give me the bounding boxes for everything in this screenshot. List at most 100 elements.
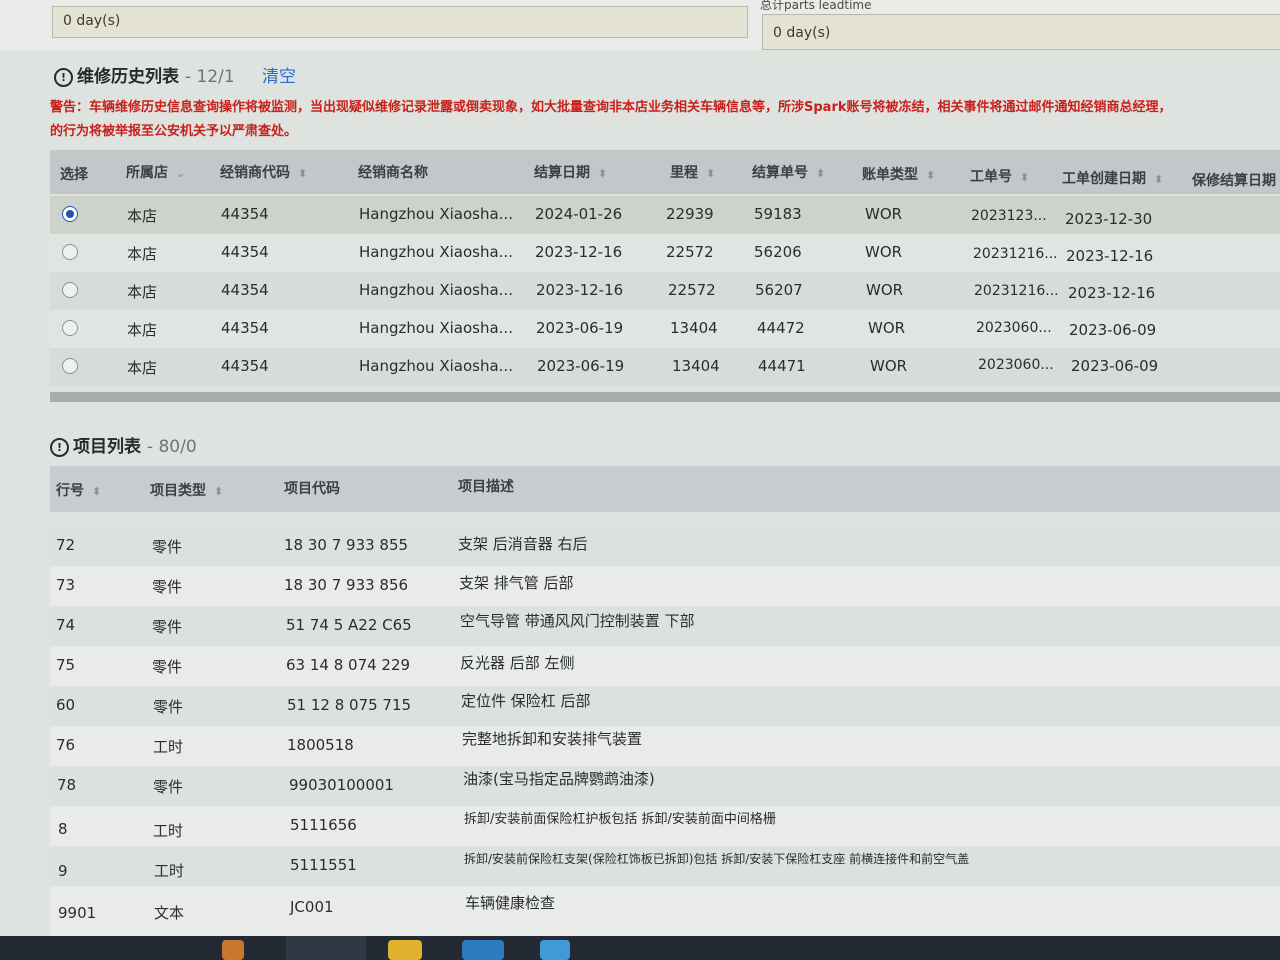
cell-settle-date: 2023-12-16 bbox=[536, 281, 624, 299]
col-store-label: 所属店 bbox=[126, 165, 168, 181]
col-item-desc[interactable]: 项目描述 bbox=[458, 476, 514, 496]
history-row[interactable]: 本店 44354 Hangzhou Xiaosha... 2024-01-26 … bbox=[50, 196, 1280, 234]
cell-bill-type: WOR bbox=[866, 281, 904, 299]
col-work-order[interactable]: 工单号 ⬍ bbox=[970, 166, 1029, 186]
history-row[interactable]: 本店 44354 Hangzhou Xiaosha... 2023-12-16 … bbox=[50, 234, 1280, 272]
cell-wo-created: 2023-12-16 bbox=[1066, 247, 1154, 265]
sort-icon[interactable]: ⬍ bbox=[1154, 173, 1163, 186]
row-radio[interactable] bbox=[62, 282, 78, 298]
cell-work-order: 2023060... bbox=[976, 320, 1052, 336]
sort-icon[interactable]: ⬍ bbox=[598, 167, 607, 180]
col-bill-type[interactable]: 账单类型 ⬍ bbox=[862, 164, 935, 184]
col-work-order-label: 工单号 bbox=[970, 169, 1012, 185]
col-settle-no-label: 结算单号 bbox=[752, 165, 808, 181]
sort-icon[interactable]: ⬍ bbox=[1020, 171, 1029, 184]
history-row[interactable]: 本店 44354 Hangzhou Xiaosha... 2023-06-19 … bbox=[50, 348, 1280, 386]
cell-line-no: 78 bbox=[57, 776, 77, 794]
cell-item-code: 5111551 bbox=[290, 856, 357, 874]
col-dealer-code[interactable]: 经销商代码 ⬍ bbox=[220, 162, 307, 182]
col-select: 选择 bbox=[60, 167, 88, 183]
sort-icon[interactable]: ⬍ bbox=[214, 485, 223, 498]
item-row[interactable]: 76 工时 1800518 完整地拆卸和安装排气装置 bbox=[50, 726, 1280, 766]
cell-item-type: 零件 bbox=[152, 658, 183, 676]
cell-wo-created: 2023-12-16 bbox=[1068, 284, 1156, 302]
folder-icon[interactable] bbox=[388, 940, 422, 960]
cell-item-code: 51 74 5 A22 C65 bbox=[286, 616, 412, 634]
item-row[interactable]: 9 工时 5111551 拆卸/安装前保险杠支架(保险杠饰板已拆卸)包括 拆卸/… bbox=[50, 846, 1280, 886]
item-row[interactable]: 73 零件 18 30 7 933 856 支架 排气管 后部 bbox=[50, 566, 1280, 606]
cell-line-no: 72 bbox=[56, 536, 76, 554]
col-warranty-date[interactable]: 保修结算日期 bbox=[1192, 170, 1276, 190]
col-settle-date[interactable]: 结算日期 ⬍ bbox=[534, 162, 607, 182]
col-mileage[interactable]: 里程 ⬍ bbox=[670, 162, 715, 182]
warning-line-1: 警告：车辆维修历史信息查询操作将被监测，当出现疑似维修记录泄露或倒卖现象，如大批… bbox=[50, 100, 1172, 115]
history-row[interactable]: 本店 44354 Hangzhou Xiaosha... 2023-06-19 … bbox=[50, 310, 1280, 348]
info-icon: ! bbox=[50, 438, 69, 457]
clear-link[interactable]: 清空 bbox=[262, 62, 296, 87]
row-radio[interactable] bbox=[62, 244, 78, 260]
sort-icon[interactable]: ⬍ bbox=[816, 167, 825, 180]
col-item-type[interactable]: 项目类型 ⬍ bbox=[150, 480, 223, 500]
cell-item-desc: 反光器 后部 左侧 bbox=[460, 654, 575, 672]
sort-icon[interactable]: ⬍ bbox=[298, 167, 307, 180]
col-wo-created-label: 工单创建日期 bbox=[1062, 171, 1146, 187]
col-item-code[interactable]: 项目代码 bbox=[284, 478, 340, 498]
history-section-title: ! 维修历史列表 - 12/1 bbox=[54, 62, 235, 87]
item-row[interactable]: 9901 文本 JC001 车辆健康检查 bbox=[50, 886, 1280, 936]
col-dealer-name[interactable]: 经销商名称 bbox=[358, 162, 428, 182]
cell-mileage: 22939 bbox=[666, 205, 714, 223]
total-leadtime-field[interactable]: 0 day(s) bbox=[762, 14, 1280, 50]
item-row[interactable]: 75 零件 63 14 8 074 229 反光器 后部 左侧 bbox=[50, 646, 1280, 686]
cell-item-type: 零件 bbox=[152, 618, 183, 636]
row-radio[interactable] bbox=[62, 358, 78, 374]
cell-bill-type: WOR bbox=[865, 205, 903, 223]
col-settle-no[interactable]: 结算单号 ⬍ bbox=[752, 162, 825, 182]
cell-store: 本店 bbox=[127, 207, 158, 225]
cell-item-code: 18 30 7 933 855 bbox=[284, 536, 409, 554]
cell-dealer-code: 44354 bbox=[221, 205, 269, 223]
cell-dealer-name: Hangzhou Xiaosha... bbox=[359, 205, 513, 223]
leadtime-field[interactable]: 0 day(s) bbox=[52, 6, 748, 38]
cell-dealer-name: Hangzhou Xiaosha... bbox=[359, 319, 513, 337]
cell-mileage: 13404 bbox=[672, 357, 720, 375]
warning-line-2: 的行为将被举报至公安机关予以严肃查处。 bbox=[50, 124, 298, 139]
cell-item-desc: 支架 排气管 后部 bbox=[459, 574, 574, 592]
cell-item-type: 工时 bbox=[153, 738, 184, 756]
app-icon[interactable] bbox=[222, 940, 244, 960]
col-wo-created[interactable]: 工单创建日期 ⬍ bbox=[1062, 168, 1163, 188]
item-row[interactable]: 8 工时 5111656 拆卸/安装前面保险杠护板包括 拆卸/安装前面中间格栅 bbox=[50, 806, 1280, 846]
taskbar-slot[interactable] bbox=[286, 936, 366, 960]
sort-icon[interactable]: ⬍ bbox=[926, 169, 935, 182]
item-row[interactable]: 74 零件 51 74 5 A22 C65 空气导管 带通风风门控制装置 下部 bbox=[50, 606, 1280, 646]
browser-icon[interactable] bbox=[462, 940, 504, 960]
cell-item-desc: 完整地拆卸和安装排气装置 bbox=[462, 730, 643, 748]
row-radio-selected[interactable] bbox=[62, 206, 78, 222]
item-row[interactable]: 78 零件 99030100001 油漆(宝马指定品牌鹦鹉油漆) bbox=[50, 766, 1280, 806]
horizontal-scrollbar[interactable] bbox=[50, 392, 1280, 402]
items-table-header: 行号 ⬍ 项目类型 ⬍ 项目代码 项目描述 bbox=[50, 466, 1280, 512]
item-row[interactable]: 72 零件 18 30 7 933 855 支架 后消音器 右后 bbox=[50, 526, 1280, 566]
info-icon: ! bbox=[54, 68, 73, 87]
cell-item-code: 5111656 bbox=[290, 816, 357, 834]
taskbar bbox=[0, 936, 1280, 960]
cell-bill-type: WOR bbox=[870, 357, 908, 375]
chevron-down-icon[interactable]: ⌄ bbox=[176, 167, 185, 180]
cell-item-code: 1800518 bbox=[287, 736, 354, 754]
cell-work-order: 2023123... bbox=[971, 208, 1047, 224]
sort-icon[interactable]: ⬍ bbox=[706, 167, 715, 180]
col-store[interactable]: 所属店 ⌄ bbox=[126, 162, 185, 182]
cell-item-desc: 支架 后消音器 右后 bbox=[458, 535, 588, 553]
row-radio[interactable] bbox=[62, 320, 78, 336]
cell-item-desc: 空气导管 带通风风门控制装置 下部 bbox=[460, 612, 695, 630]
cell-mileage: 22572 bbox=[666, 243, 714, 261]
cell-settle-date: 2023-06-19 bbox=[536, 319, 624, 337]
history-row[interactable]: 本店 44354 Hangzhou Xiaosha... 2023-12-16 … bbox=[50, 272, 1280, 310]
col-line-no[interactable]: 行号 ⬍ bbox=[56, 480, 101, 500]
item-row[interactable]: 60 零件 51 12 8 075 715 定位件 保险杠 后部 bbox=[50, 686, 1280, 726]
sort-icon[interactable]: ⬍ bbox=[92, 485, 101, 498]
cell-line-no: 75 bbox=[56, 656, 76, 674]
edge-icon[interactable] bbox=[540, 940, 570, 960]
cell-item-code: 99030100001 bbox=[289, 776, 394, 794]
warning-text: 警告：车辆维修历史信息查询操作将被监测，当出现疑似维修记录泄露或倒卖现象，如大批… bbox=[50, 96, 1280, 144]
cell-item-type: 工时 bbox=[153, 822, 184, 840]
